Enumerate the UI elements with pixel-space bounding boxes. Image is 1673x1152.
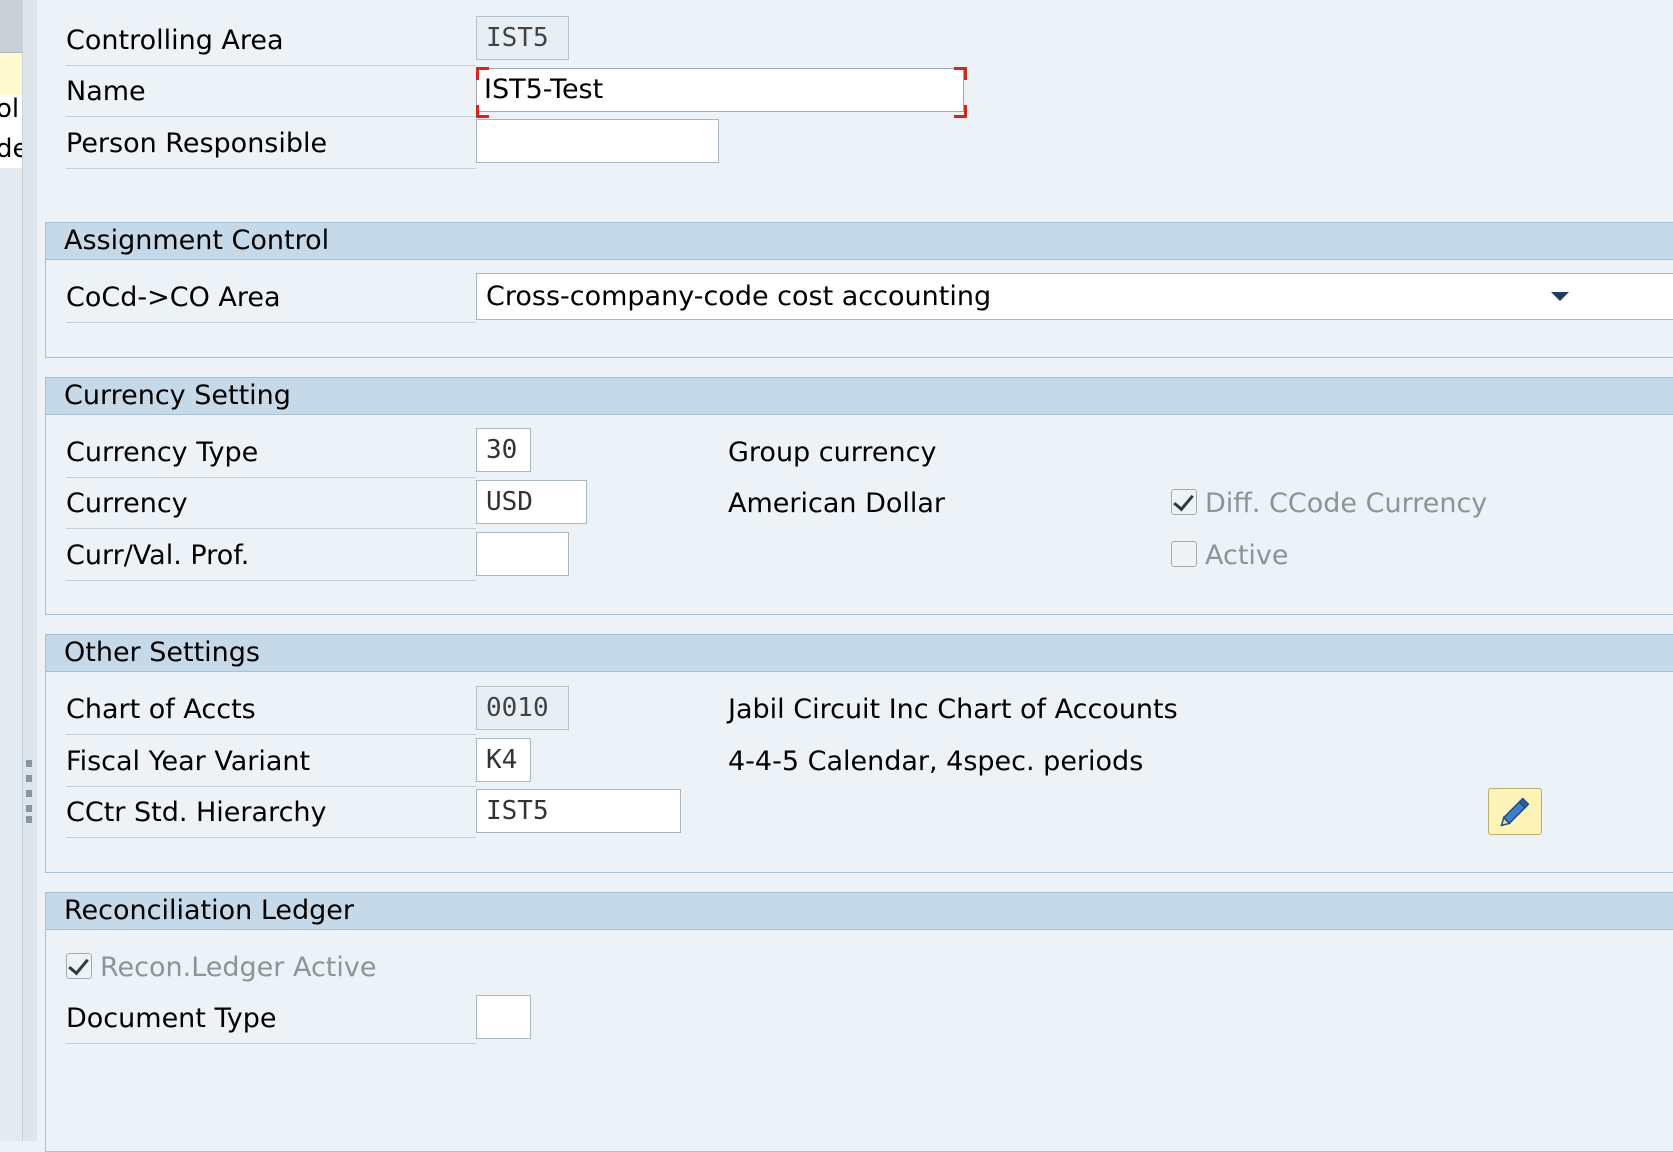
document-type-input[interactable] [476,995,531,1039]
assignment-control-title: Assignment Control [46,223,1673,260]
splitter-grip[interactable] [26,760,32,767]
active-checkbox[interactable] [1171,541,1197,567]
checkmark-icon [1173,489,1194,512]
document-type-label: Document Type [66,995,476,1044]
diff-ccode-currency-label: Diff. CCode Currency [1205,488,1488,519]
focus-corner [954,67,967,80]
currency-label: Currency [66,480,476,529]
name-input[interactable]: IST5-Test [476,68,964,112]
currency-input[interactable]: USD [476,480,587,524]
chart-of-accts-description: Jabil Circuit Inc Chart of Accounts [728,694,1178,725]
reconciliation-ledger-title: Reconciliation Ledger [46,893,1673,930]
splitter-grip[interactable] [26,816,32,823]
chart-of-accts-label: Chart of Accts [66,686,476,735]
currency-type-label: Currency Type [66,429,476,478]
other-settings-title: Other Settings [46,635,1673,672]
diff-ccode-currency-checkbox[interactable] [1171,489,1197,515]
focus-corner [954,105,967,118]
fiscal-year-variant-input[interactable]: K4 [476,738,531,782]
cctr-std-hierarchy-input[interactable]: IST5 [476,789,681,833]
name-label: Name [66,68,476,117]
chart-of-accts-field: 0010 [476,686,569,730]
cocd-co-area-label: CoCd->CO Area [66,274,476,323]
fiscal-year-variant-description: 4-4-5 Calendar, 4spec. periods [728,746,1144,777]
recon-ledger-active-checkbox[interactable] [66,953,92,979]
currency-setting-title: Currency Setting [46,378,1673,415]
active-label: Active [1205,540,1289,571]
currency-type-input[interactable]: 30 [476,428,531,472]
left-panel: ol de [0,0,37,1141]
splitter-grip[interactable] [26,775,32,782]
pencil-icon [1500,797,1530,827]
cctr-std-hierarchy-label: CCtr Std. Hierarchy [66,789,476,838]
focus-corner [476,105,489,118]
currency-type-description: Group currency [728,437,937,468]
left-panel-button[interactable] [0,0,22,53]
controlling-area-field: IST5 [476,16,569,60]
left-panel-selected-row[interactable] [0,53,22,95]
curr-val-prof-label: Curr/Val. Prof. [66,532,476,581]
person-responsible-input[interactable] [476,119,719,163]
splitter-grip[interactable] [26,790,32,797]
controlling-area-label: Controlling Area [66,17,476,66]
recon-ledger-active-label: Recon.Ledger Active [100,952,377,983]
fiscal-year-variant-label: Fiscal Year Variant [66,738,476,787]
left-panel-text-1[interactable]: ol [0,94,19,124]
focus-corner [476,67,489,80]
person-responsible-label: Person Responsible [66,120,476,169]
curr-val-prof-input[interactable] [476,532,569,576]
splitter-grip[interactable] [26,805,32,812]
currency-description: American Dollar [728,488,946,519]
splitter[interactable] [22,0,37,1141]
edit-hierarchy-button[interactable] [1488,788,1542,835]
cocd-co-area-select[interactable]: Cross-company-code cost accounting [476,273,1673,320]
checkmark-icon [68,953,89,976]
chevron-down-icon[interactable] [1551,292,1569,301]
